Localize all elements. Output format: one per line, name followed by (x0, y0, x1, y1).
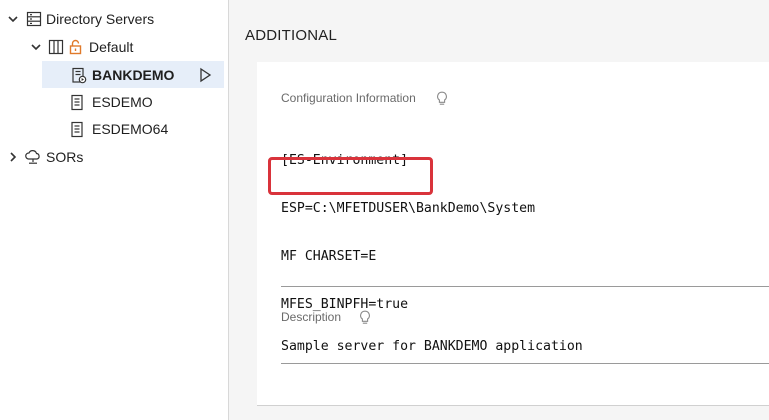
config-line: MF_CHARSET=E (281, 249, 377, 260)
tree-item-bankdemo[interactable]: BANKDEMO (92, 67, 174, 83)
tree-item-esdemo64[interactable]: ESDEMO64 (92, 121, 168, 137)
config-line: ESP=C:\MFETDUSER\BankDemo\System (281, 201, 536, 216)
play-icon[interactable] (196, 66, 214, 84)
config-underline (281, 286, 769, 287)
description-underline (281, 363, 769, 364)
chevron-down-icon[interactable] (6, 12, 20, 26)
server-icon (68, 93, 86, 111)
chevron-down-icon[interactable] (29, 40, 43, 54)
directory-icon (47, 38, 65, 56)
section-title: ADDITIONAL (245, 27, 338, 44)
lightbulb-icon[interactable] (359, 310, 373, 326)
tree-item-esdemo[interactable]: ESDEMO (92, 94, 153, 110)
description-input[interactable]: Sample server for BANKDEMO application (281, 339, 583, 355)
config-textarea[interactable]: [ES-Environment] ESP=C:\MFETDUSER\BankDe… (281, 121, 535, 329)
tree-item-directory-servers[interactable]: Directory Servers (46, 11, 154, 27)
directory-tree: Directory Servers Default BANKDEMO ESDEM… (0, 0, 228, 420)
lightbulb-icon[interactable] (436, 91, 450, 107)
description-label: Description (281, 310, 342, 324)
cloud-network-icon (24, 148, 42, 166)
lock-open-icon (67, 38, 85, 56)
annotation-highlight-box (268, 157, 433, 195)
server-running-icon (70, 66, 88, 84)
tree-item-sors[interactable]: SORs (46, 149, 83, 165)
tree-item-default[interactable]: Default (89, 39, 133, 55)
server-group-icon (25, 10, 43, 28)
config-label: Configuration Information (281, 91, 416, 105)
chevron-right-icon[interactable] (6, 150, 20, 164)
server-icon (68, 120, 86, 138)
